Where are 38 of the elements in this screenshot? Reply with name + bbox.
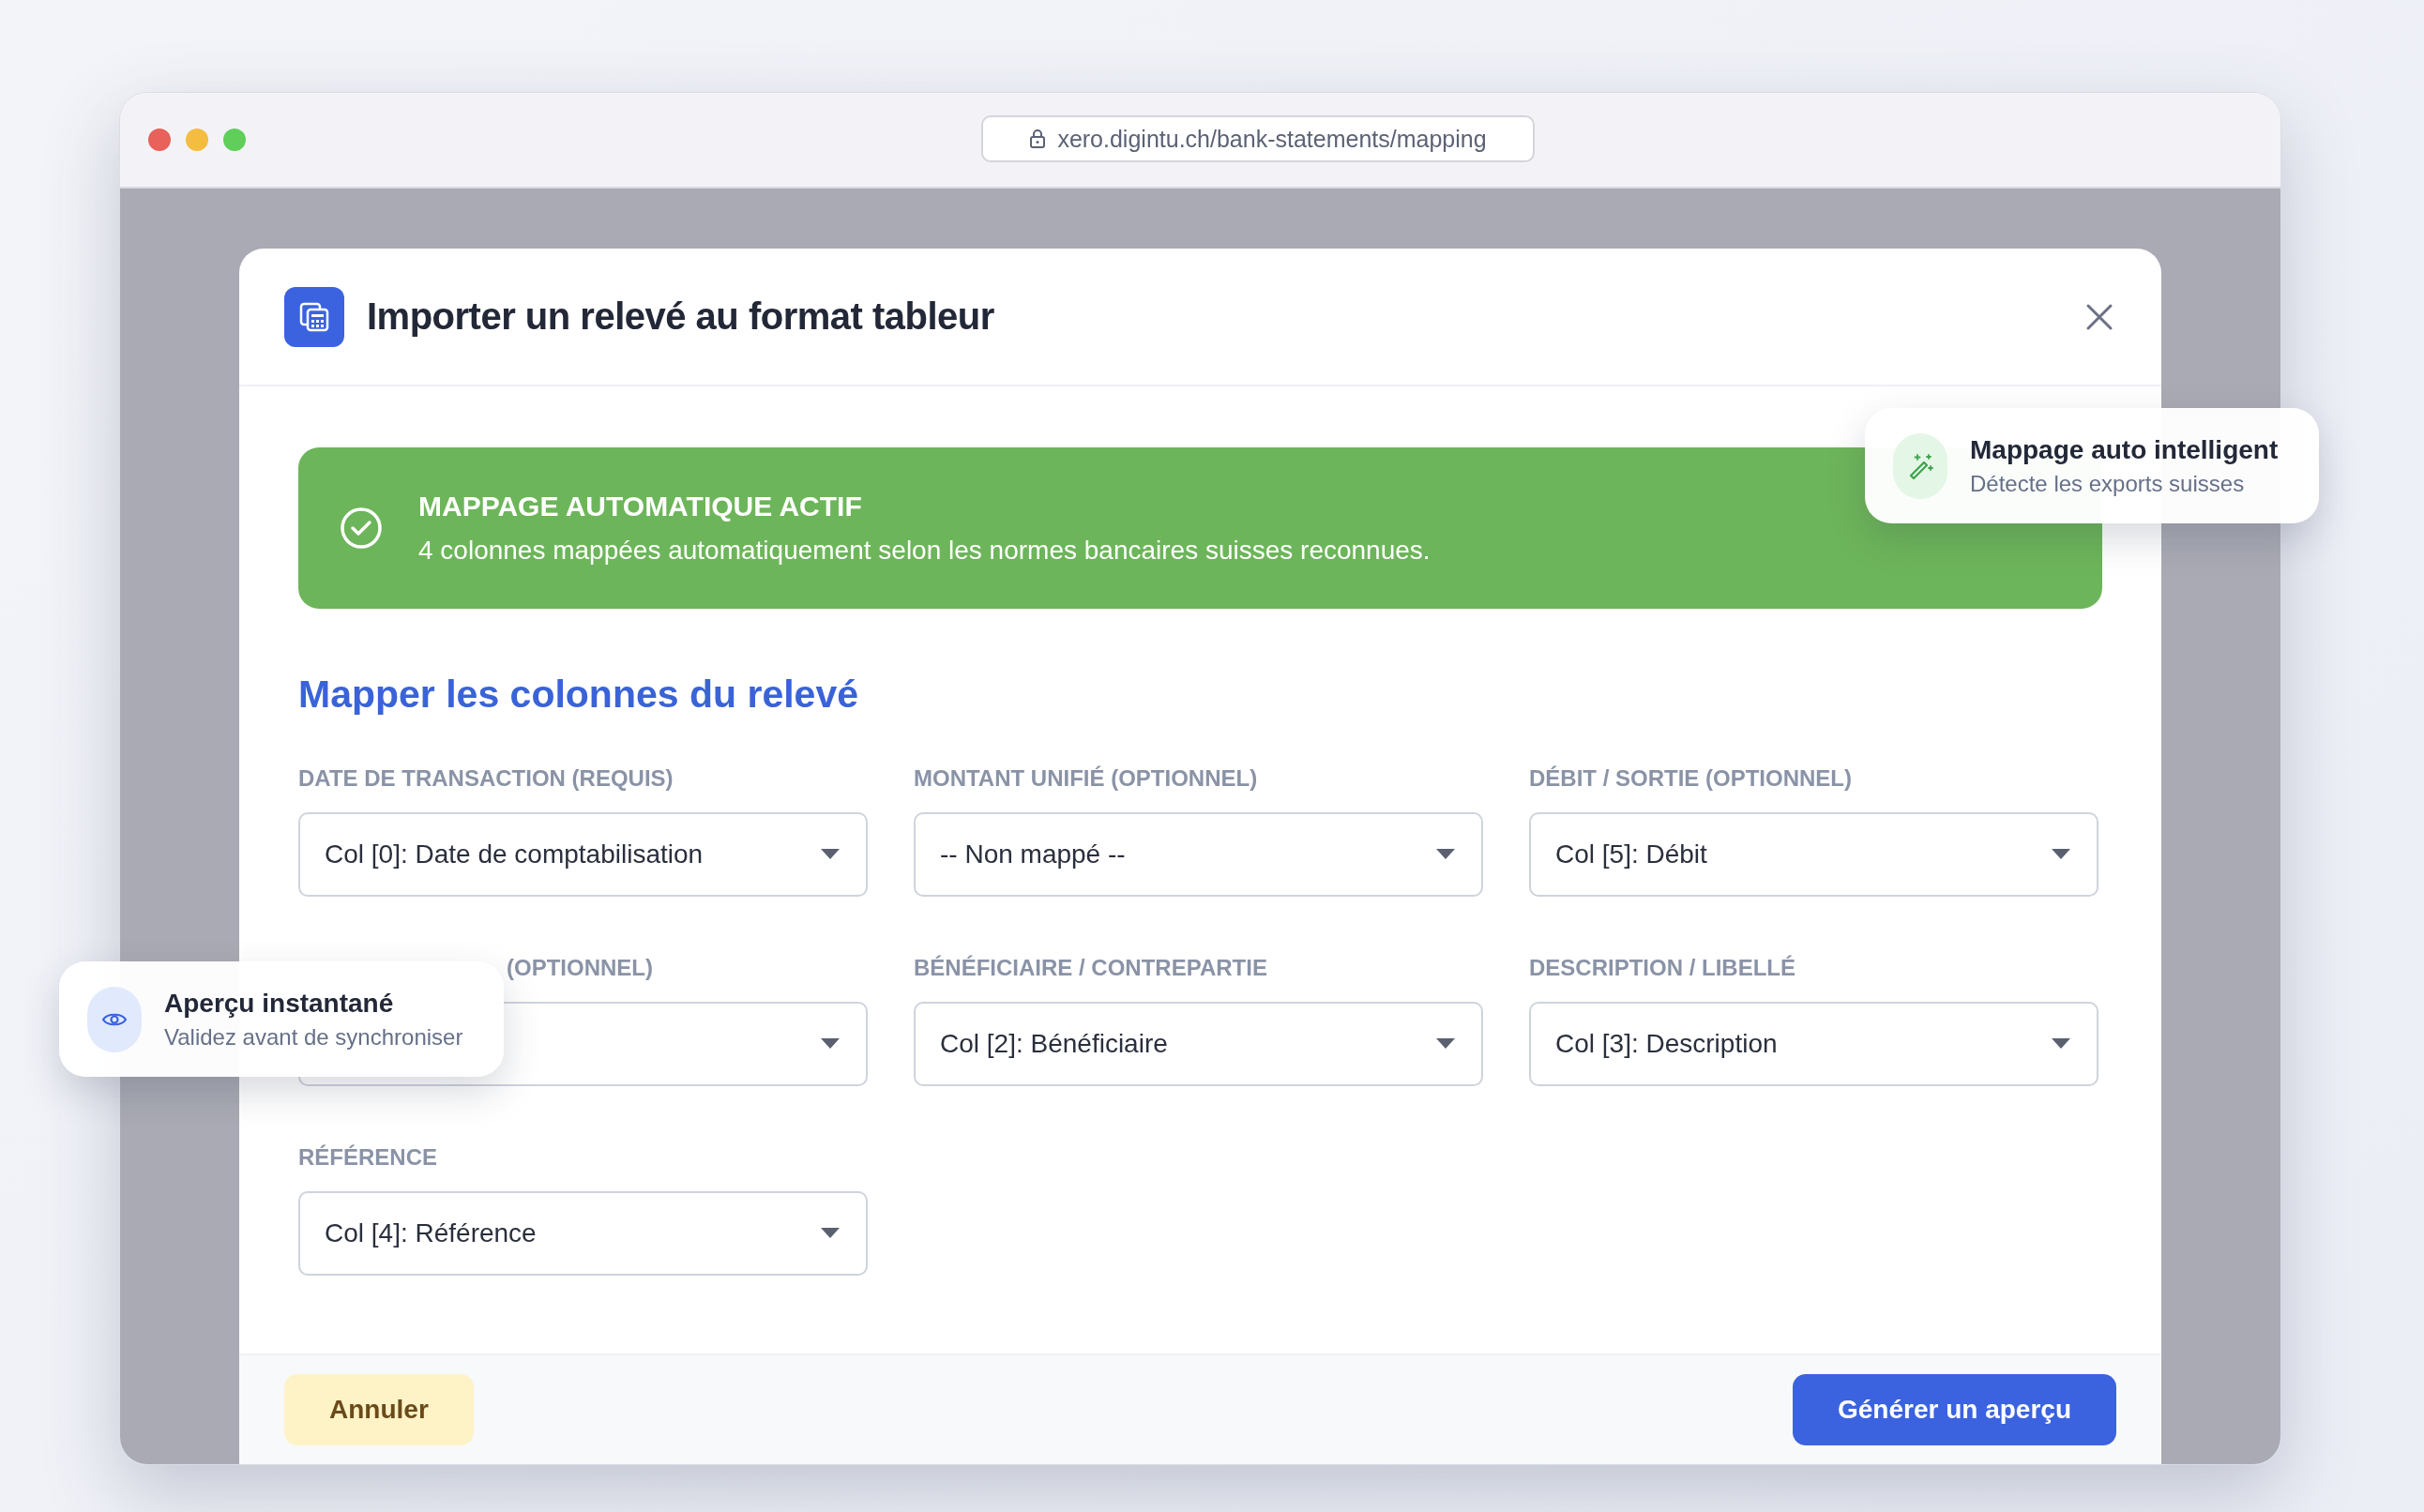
field-label: (OPTIONNEL) (507, 955, 653, 980)
caret-icon (2052, 849, 2070, 860)
card-subtitle: Validez avant de synchroniser (164, 1023, 463, 1051)
banner-message: 4 colonnes mappées automatiquement selon les normes bancaires suisses reconnues. (418, 536, 1431, 566)
spreadsheet-icon (284, 286, 344, 347)
caret-icon (821, 1228, 840, 1239)
card-title: Mappage auto intelligent (1970, 434, 2279, 465)
caret-icon (821, 849, 840, 860)
select-field[interactable]: Col [2]: Bénéficiaire (914, 1002, 1483, 1086)
lock-icon (1029, 129, 1047, 149)
minimize-window-icon[interactable] (186, 129, 208, 151)
caret-icon (1436, 1038, 1455, 1050)
field-label: DESCRIPTION / LIBELLÉ (1529, 955, 1795, 980)
preview-button[interactable]: Générer un aperçu (1793, 1374, 2116, 1445)
select-field[interactable]: Col [5]: Débit (1529, 812, 2098, 897)
section-heading: Mapper les colonnes du relevé (298, 673, 859, 717)
select-field[interactable]: Col [3]: Description (1529, 1002, 2098, 1086)
close-window-icon[interactable] (148, 129, 171, 151)
select-field[interactable]: -- Non mappé -- (914, 812, 1483, 897)
check-circle-icon (340, 507, 383, 550)
caret-icon (2052, 1038, 2070, 1050)
field-label: DÉBIT / SORTIE (OPTIONNEL) (1529, 765, 1852, 791)
field-label: BÉNÉFICIAIRE / CONTREPARTIE (914, 955, 1267, 980)
field-label: DATE DE TRANSACTION (REQUIS) (298, 765, 674, 791)
maximize-window-icon[interactable] (223, 129, 246, 151)
dialog-title: Importer un relevé au format tableur (367, 295, 995, 338)
card-title: Aperçu instantané (164, 988, 395, 1019)
select-field[interactable]: Col [0]: Date de comptabilisation (298, 812, 868, 897)
address-bar[interactable]: xero.digintu.ch/bank-statements/mapping (981, 115, 1535, 162)
caret-icon (821, 1038, 840, 1050)
select-field[interactable]: Col [4]: Référence (298, 1191, 868, 1276)
field-label: MONTANT UNIFIÉ (OPTIONNEL) (914, 765, 1258, 791)
card-subtitle: Détecte les exports suisses (1970, 470, 2246, 497)
field-label: RÉFÉRENCE (298, 1144, 438, 1170)
banner-title: MAPPAGE AUTOMATIQUE ACTIF (418, 491, 863, 522)
cancel-button[interactable]: Annuler (284, 1374, 474, 1445)
url-text: xero.digintu.ch/bank-statements/mapping (1057, 125, 1487, 153)
caret-icon (1436, 849, 1455, 860)
